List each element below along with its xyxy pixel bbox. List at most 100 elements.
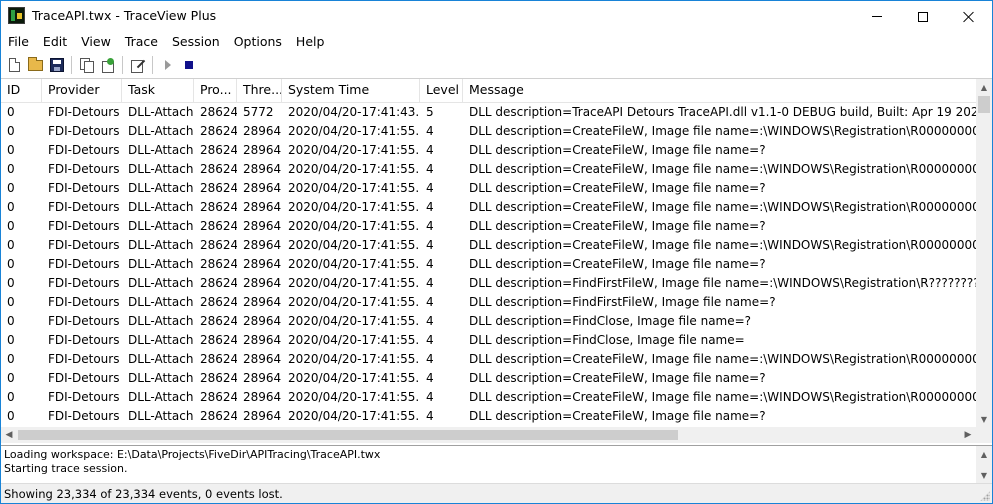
cell-message: DLL description=CreateFileW, Image file … [469,409,766,423]
cell-level: 4 [426,295,434,309]
cell-thread: 28964 [243,314,282,328]
table-row[interactable]: 0 FDI-Detours DLL-Attach 28624 28964 2020/04/… [1,331,976,350]
cell-level: 4 [426,200,434,214]
open-button[interactable] [25,55,46,76]
column-header-task[interactable]: Task [122,79,194,103]
edit-button[interactable] [127,55,148,76]
menu-help[interactable]: Help [289,32,332,52]
status-bar: Showing 23,334 of 23,334 events, 0 event… [1,483,992,503]
column-header-level[interactable]: Level [420,79,463,103]
table-row[interactable]: 0 FDI-Detours DLL-Attach 28624 28964 2020/04/… [1,369,976,388]
vertical-scrollbar[interactable]: ▲ ▼ [976,79,992,427]
cell-thread: 28964 [243,276,282,290]
column-header-process[interactable]: Pro... [194,79,237,103]
table-row[interactable]: 0 FDI-Detours DLL-Attach 28624 28964 2020/04/… [1,141,976,160]
cell-id: 0 [7,333,15,347]
scroll-right-icon[interactable]: ▶ [960,427,976,443]
table-row[interactable]: 0 FDI-Detours DLL-Attach 28624 28964 2020/04/… [1,160,976,179]
new-button[interactable] [4,55,25,76]
log-pane[interactable]: Loading workspace: E:\Data\Projects\Five… [1,445,992,483]
horizontal-scroll-thumb[interactable] [18,430,678,440]
table-row[interactable]: 0 FDI-Detours DLL-Attach 28624 28964 2020/04/… [1,179,976,198]
column-header-system-time[interactable]: System Time [282,79,420,103]
scroll-corner [976,427,992,443]
close-button[interactable] [946,1,992,32]
attach-button[interactable] [97,55,118,76]
attach-icon [101,58,115,73]
minimize-button[interactable] [854,1,900,32]
cell-system-time: 2020/04/20-17:41:55.112 [288,124,420,138]
table-row[interactable]: 0 FDI-Detours DLL-Attach 28624 5772 2020/04/2… [1,103,976,122]
cell-message: DLL description=CreateFileW, Image file … [469,124,976,138]
cell-system-time: 2020/04/20-17:41:55.112 [288,219,420,233]
cell-process: 28624 [200,409,237,423]
table-row[interactable]: 0 FDI-Detours DLL-Attach 28624 28964 2020/04/… [1,236,976,255]
title-bar[interactable]: TraceAPI.twx - TraceView Plus [1,1,992,32]
cell-id: 0 [7,390,15,404]
table-row[interactable]: 0 FDI-Detours DLL-Attach 28624 28964 2020/04/… [1,350,976,369]
column-header-provider[interactable]: Provider [42,79,122,103]
resize-grip-icon[interactable] [980,491,990,501]
horizontal-scrollbar[interactable]: ◀ ▶ [1,427,976,443]
scroll-up-icon[interactable]: ▲ [976,79,992,95]
cell-provider: FDI-Detours [48,238,120,252]
table-row[interactable]: 0 FDI-Detours DLL-Attach 28624 28964 2020/04/… [1,312,976,331]
log-line: Loading workspace: E:\Data\Projects\Five… [4,448,381,461]
cell-process: 28624 [200,314,237,328]
log-scrollbar[interactable]: ▲ ▼ [976,446,992,483]
cell-thread: 5772 [243,105,274,119]
column-header-message[interactable]: Message [463,79,976,103]
cell-level: 4 [426,314,434,328]
table-row[interactable]: 0 FDI-Detours DLL-Attach 28624 28964 2020/04/… [1,122,976,141]
start-trace-button[interactable] [157,55,178,76]
cell-thread: 28964 [243,257,282,271]
cell-system-time: 2020/04/20-17:41:55.112 [288,162,420,176]
vertical-scroll-thumb[interactable] [978,96,990,113]
cell-thread: 28964 [243,200,282,214]
table-row[interactable]: 0 FDI-Detours DLL-Attach 28624 28964 2020/04/… [1,293,976,312]
table-row[interactable]: 0 FDI-Detours DLL-Attach 28624 28964 2020/04/… [1,407,976,426]
save-icon [49,58,64,72]
cell-id: 0 [7,257,15,271]
toolbar-separator [71,56,72,74]
table-row[interactable]: 0 FDI-Detours DLL-Attach 28624 28964 2020/04/… [1,255,976,274]
menu-trace[interactable]: Trace [118,32,165,52]
event-rows: 0 FDI-Detours DLL-Attach 28624 5772 2020/04/2… [1,103,976,426]
maximize-button[interactable] [900,1,946,32]
cell-process: 28624 [200,181,237,195]
cell-provider: FDI-Detours [48,162,120,176]
copy-icon [80,58,94,73]
cell-process: 28624 [200,162,237,176]
scroll-down-icon[interactable]: ▼ [976,467,992,483]
cell-message: DLL description=CreateFileW, Image file … [469,181,766,195]
menu-file[interactable]: File [1,32,36,52]
cell-provider: FDI-Detours [48,333,120,347]
cell-id: 0 [7,105,15,119]
menu-session[interactable]: Session [165,32,227,52]
scroll-left-icon[interactable]: ◀ [1,427,17,443]
save-button[interactable] [46,55,67,76]
scroll-up-icon[interactable]: ▲ [976,446,992,462]
cell-task: DLL-Attach [128,181,194,195]
table-row[interactable]: 0 FDI-Detours DLL-Attach 28624 28964 2020/04/… [1,388,976,407]
cell-message: DLL description=CreateFileW, Image file … [469,371,766,385]
cell-id: 0 [7,238,15,252]
cell-task: DLL-Attach [128,124,194,138]
scroll-down-icon[interactable]: ▼ [976,411,992,427]
table-row[interactable]: 0 FDI-Detours DLL-Attach 28624 28964 2020/04/… [1,274,976,293]
menu-edit[interactable]: Edit [36,32,74,52]
menu-view[interactable]: View [74,32,118,52]
table-row[interactable]: 0 FDI-Detours DLL-Attach 28624 28964 2020/04/… [1,198,976,217]
table-row[interactable]: 0 FDI-Detours DLL-Attach 28624 28964 2020/04/… [1,217,976,236]
copy-button[interactable] [76,55,97,76]
cell-thread: 28964 [243,124,282,138]
app-icon[interactable] [8,7,25,24]
column-header-id[interactable]: ID [1,79,42,103]
cell-provider: FDI-Detours [48,181,120,195]
menu-options[interactable]: Options [227,32,289,52]
app-window: TraceAPI.twx - TraceView Plus File Edit … [0,0,993,504]
event-list[interactable]: ID Provider Task Pro... Thre... System T… [1,78,992,443]
column-header-thread[interactable]: Thre... [237,79,282,103]
stop-trace-button[interactable] [178,55,199,76]
cell-process: 28624 [200,124,237,138]
